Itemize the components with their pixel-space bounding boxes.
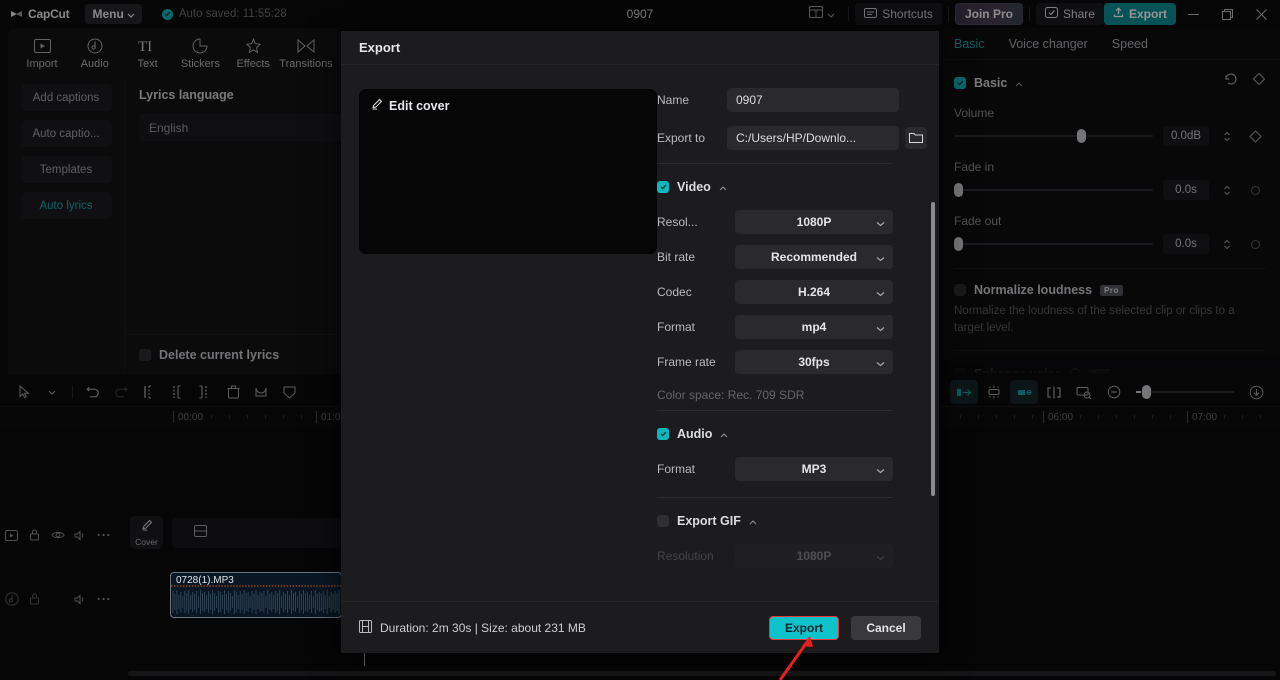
framerate-row: Frame rate 30fps <box>657 350 927 374</box>
chevron-down-icon <box>876 463 885 477</box>
codec-select[interactable]: H.264 <box>735 280 893 304</box>
gif-checkbox[interactable] <box>657 515 669 527</box>
divider <box>657 410 893 411</box>
audio-section-header: Audio <box>657 425 927 443</box>
chevron-down-icon <box>876 550 885 564</box>
chevron-up-icon[interactable] <box>720 425 728 443</box>
bitrate-value: Recommended <box>770 250 858 264</box>
divider <box>657 163 893 164</box>
audio-checkbox[interactable] <box>657 428 669 440</box>
gif-resolution-row: Resolution 1080P <box>657 544 927 568</box>
video-checkbox[interactable] <box>657 181 669 193</box>
chevron-down-icon <box>876 356 885 370</box>
name-input[interactable]: 0907 <box>727 88 899 112</box>
gif-section-header: Export GIF <box>657 512 927 530</box>
film-icon <box>359 619 372 636</box>
chevron-up-icon[interactable] <box>749 512 757 530</box>
gif-resolution-select[interactable]: 1080P <box>735 544 893 568</box>
format-value: mp4 <box>801 320 827 334</box>
resolution-value: 1080P <box>796 215 832 229</box>
bitrate-label: Bit rate <box>657 250 696 264</box>
export-settings: Name 0907 Export to C:/Users/HP/Downlo..… <box>657 65 939 601</box>
name-label: Name <box>657 93 690 107</box>
color-space-label: Color space: Rec. 709 SDR <box>657 388 805 402</box>
audio-format-value: MP3 <box>801 462 827 476</box>
export-dialog: Export Edit cover Name 0907 Export to C:… <box>341 31 939 653</box>
export-settings-scrollbar[interactable] <box>931 202 935 496</box>
name-row: Name 0907 <box>657 87 927 113</box>
audio-format-select[interactable]: MP3 <box>735 457 893 481</box>
format-label: Format <box>657 320 696 334</box>
gif-resolution-value: 1080P <box>796 549 832 563</box>
codec-label: Codec <box>657 285 692 299</box>
edit-cover-label: Edit cover <box>389 98 450 113</box>
export-dialog-title: Export <box>359 40 401 55</box>
framerate-select[interactable]: 30fps <box>735 350 893 374</box>
resolution-select[interactable]: 1080P <box>735 210 893 234</box>
codec-value: H.264 <box>797 285 831 299</box>
video-section-header: Video <box>657 178 927 196</box>
chevron-down-icon <box>876 251 885 265</box>
format-row: Format mp4 <box>657 315 927 339</box>
video-section-label: Video <box>677 180 711 194</box>
export-to-input[interactable]: C:/Users/HP/Downlo... <box>727 126 899 150</box>
dialog-buttons: Export Cancel <box>769 615 921 640</box>
duration-text: Duration: 2m 30s | Size: about 231 MB <box>380 620 586 635</box>
framerate-value: 30fps <box>798 355 830 369</box>
chevron-down-icon <box>876 321 885 335</box>
codec-row: Codec H.264 <box>657 280 927 304</box>
export-to-label: Export to <box>657 131 706 145</box>
audio-clip-name: 0728(1).MP3 <box>176 575 234 586</box>
browse-folder-button[interactable] <box>905 127 927 149</box>
cancel-button[interactable]: Cancel <box>851 615 921 640</box>
gif-section-label: Export GIF <box>677 514 741 528</box>
export-to-row: Export to C:/Users/HP/Downlo... <box>657 125 927 151</box>
resolution-row: Resol... 1080P <box>657 210 927 234</box>
edit-pencil-icon <box>371 98 383 113</box>
bitrate-select[interactable]: Recommended <box>735 245 893 269</box>
duration-info: Duration: 2m 30s | Size: about 231 MB <box>359 619 586 636</box>
chevron-down-icon <box>876 286 885 300</box>
audio-format-label: Format <box>657 462 696 476</box>
framerate-label: Frame rate <box>657 355 716 369</box>
chevron-up-icon[interactable] <box>719 178 727 196</box>
export-dialog-footer: Duration: 2m 30s | Size: about 231 MB Ex… <box>341 601 939 653</box>
format-select[interactable]: mp4 <box>735 315 893 339</box>
chevron-down-icon <box>876 216 885 230</box>
export-confirm-button[interactable]: Export <box>769 615 839 640</box>
gif-resolution-label: Resolution <box>657 549 714 563</box>
export-dialog-header: Export <box>341 31 939 65</box>
resolution-label: Resol... <box>657 215 698 229</box>
cover-preview[interactable]: Edit cover <box>359 89 657 254</box>
audio-format-row: Format MP3 <box>657 457 927 481</box>
edit-cover-button[interactable]: Edit cover <box>371 98 449 113</box>
bitrate-row: Bit rate Recommended <box>657 245 927 269</box>
cover-section: Edit cover <box>341 65 657 601</box>
capcut-window: CapCut Menu Auto saved: 11:55:28 0907 Sh… <box>0 0 1280 680</box>
divider <box>657 497 893 498</box>
export-dialog-body: Edit cover Name 0907 Export to C:/Users/… <box>341 65 939 601</box>
audio-section-label: Audio <box>677 427 713 441</box>
